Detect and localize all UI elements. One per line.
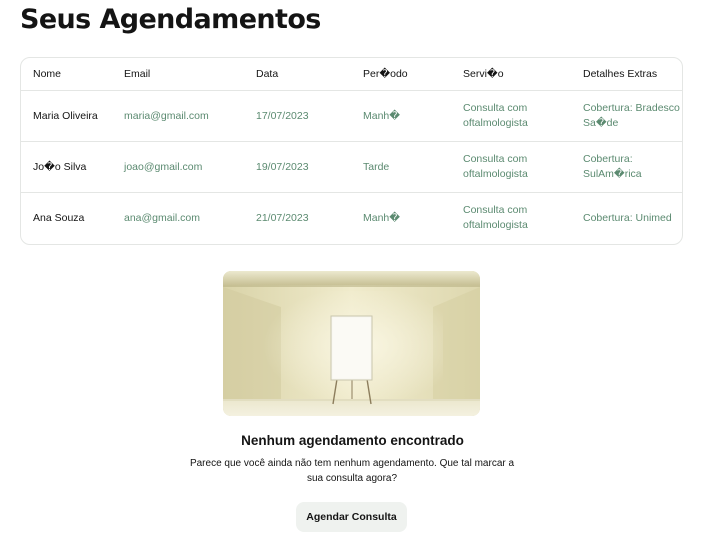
empty-state-description: Parece que você ainda não tem nenhum age… bbox=[189, 458, 515, 484]
cell-periodo: Manh� bbox=[363, 211, 401, 224]
appointments-table: Nome Email Data Per�odo Servi�o Detalhes… bbox=[20, 57, 683, 245]
column-header-servico: Servi�o bbox=[451, 58, 571, 91]
cell-data: 19/07/2023 bbox=[244, 141, 351, 193]
table-row: Jo�o Silva joao@gmail.com 19/07/2023 Tar… bbox=[21, 141, 682, 193]
cell-email: ana@gmail.com bbox=[124, 211, 201, 224]
cell-detalhes: Cobertura: Unimed bbox=[583, 211, 672, 224]
cell-data: 17/07/2023 bbox=[244, 90, 351, 142]
column-header-nome: Nome bbox=[21, 58, 112, 91]
cell-nome: Ana Souza bbox=[33, 211, 85, 224]
cell-detalhes: Cobertura: Bradesco Sa�de bbox=[571, 90, 682, 142]
cell-email: maria@gmail.com bbox=[112, 90, 244, 142]
table-row: Maria Oliveira maria@gmail.com 17/07/202… bbox=[21, 90, 682, 142]
table-header-row: Nome Email Data Per�odo Servi�o Detalhes… bbox=[21, 58, 682, 91]
cell-periodo: Tarde bbox=[351, 141, 451, 193]
page-title: Seus Agendamentos bbox=[20, 4, 321, 35]
table-row: Ana Souza ana@gmail.com 21/07/2023 Manh�… bbox=[21, 193, 682, 244]
column-header-email: Email bbox=[112, 58, 244, 91]
column-header-data: Data bbox=[244, 58, 351, 91]
cell-email: joao@gmail.com bbox=[112, 141, 244, 193]
cell-servico: Consulta com oftalmologista bbox=[451, 141, 571, 193]
cell-nome: Jo�o Silva bbox=[21, 141, 112, 193]
column-header-detalhes: Detalhes Extras bbox=[571, 58, 682, 91]
empty-state-title: Nenhum agendamento encontrado bbox=[241, 433, 464, 448]
cell-detalhes: Cobertura: SulAm�rica bbox=[571, 141, 682, 193]
column-header-periodo: Per�odo bbox=[351, 58, 451, 91]
cell-periodo: Manh� bbox=[351, 90, 451, 142]
cell-nome: Maria Oliveira bbox=[21, 90, 112, 142]
empty-room-easel-illustration bbox=[223, 271, 480, 416]
cell-servico: Consulta com oftalmologista bbox=[463, 204, 528, 231]
cell-data: 21/07/2023 bbox=[256, 211, 309, 224]
schedule-appointment-button[interactable]: Agendar Consulta bbox=[296, 502, 407, 532]
cell-servico: Consulta com oftalmologista bbox=[451, 90, 571, 142]
